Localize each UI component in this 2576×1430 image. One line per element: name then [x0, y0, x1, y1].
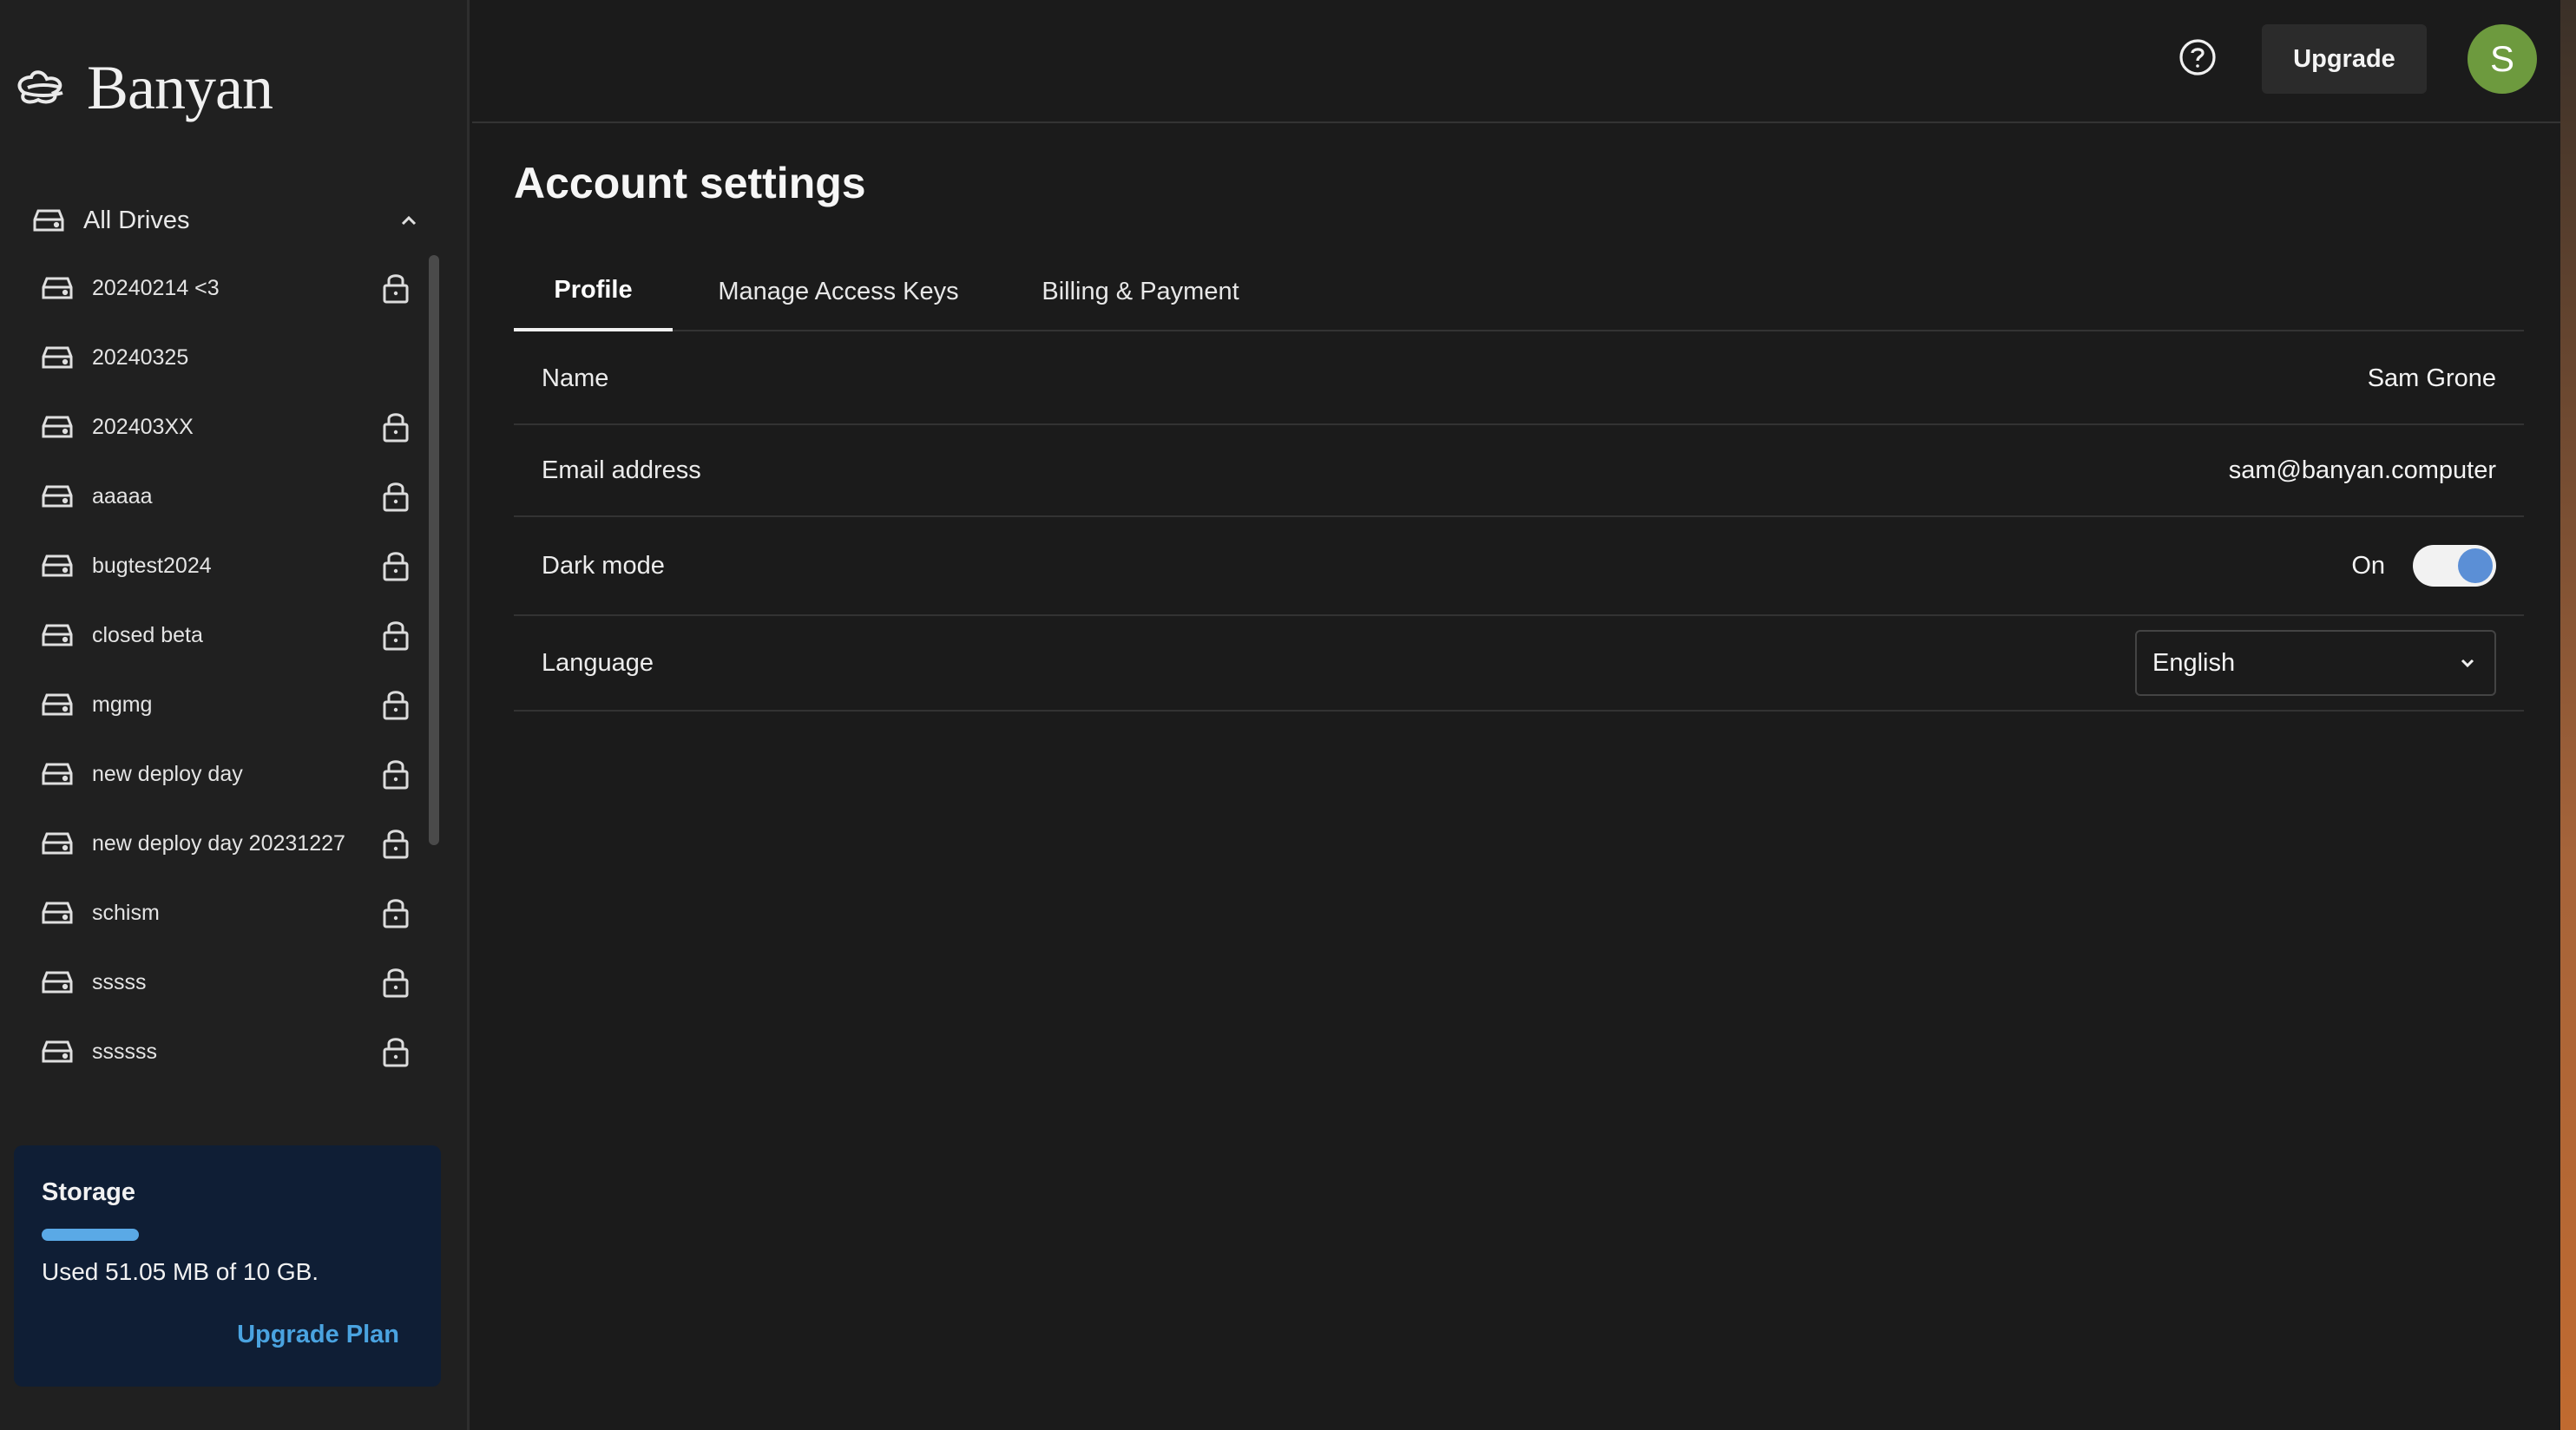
lock-icon: [383, 1038, 409, 1067]
drive-icon: [42, 485, 73, 508]
dark-mode-control: On: [2351, 545, 2496, 587]
banyan-logo-icon: [17, 70, 63, 104]
drive-icon: [42, 693, 73, 716]
drive-name: schism: [92, 900, 160, 925]
help-icon: [2179, 39, 2216, 75]
email-row: Email address sam@banyan.computer: [514, 425, 2524, 517]
drive-item[interactable]: 202403XX: [0, 392, 434, 462]
toggle-knob: [2458, 548, 2493, 583]
drive-item[interactable]: closed beta: [0, 600, 434, 670]
drive-icon: [42, 971, 73, 994]
top-bar: [472, 0, 2560, 123]
drive-item[interactable]: schism: [0, 878, 434, 948]
drive-item[interactable]: ssssss: [0, 1017, 434, 1069]
lock-icon: [383, 621, 409, 651]
drive-item[interactable]: new deploy day 20231227: [0, 809, 434, 878]
storage-progress-fill: [42, 1229, 139, 1241]
drive-item[interactable]: sssss: [0, 948, 434, 1017]
lock-icon: [383, 968, 409, 998]
language-row: Language English: [514, 616, 2524, 712]
storage-used-text: Used 51.05 MB of 10 GB.: [42, 1258, 319, 1285]
lock-icon: [383, 552, 409, 581]
avatar[interactable]: S: [2468, 24, 2537, 94]
drive-icon: [42, 554, 73, 577]
drive-name: sssss: [92, 969, 147, 994]
language-selected-value: English: [2152, 648, 2236, 677]
storage-card: Storage Used 51.05 MB of 10 GB. Upgrade …: [14, 1145, 441, 1387]
drive-name: aaaaa: [92, 483, 153, 508]
help-button[interactable]: [2178, 38, 2217, 76]
storage-progress-track: [42, 1229, 415, 1241]
drive-item[interactable]: mgmg: [0, 670, 434, 739]
drive-item[interactable]: aaaaa: [0, 462, 434, 531]
drive-name: mgmg: [92, 692, 153, 717]
drive-item[interactable]: 20240325: [0, 323, 434, 392]
drive-name: new deploy day 20231227: [92, 830, 345, 856]
page-title: Account settings: [514, 159, 866, 207]
email-value: sam@banyan.computer: [2228, 456, 2496, 484]
lock-icon: [383, 899, 409, 928]
language-select[interactable]: English: [2135, 630, 2496, 696]
drive-name: 20240214 <3: [92, 275, 220, 300]
language-label: Language: [542, 648, 654, 677]
dark-mode-row: Dark mode On: [514, 517, 2524, 616]
drive-icon: [33, 209, 64, 232]
lock-icon: [383, 482, 409, 512]
drive-icon: [42, 416, 73, 438]
all-drives-toggle[interactable]: All Drives: [33, 198, 422, 243]
drive-name: 20240325: [92, 344, 189, 370]
drive-icon: [42, 1040, 73, 1063]
dark-mode-toggle[interactable]: [2413, 545, 2496, 587]
drive-icon: [42, 346, 73, 369]
sidebar-scrollbar[interactable]: [429, 255, 439, 845]
drive-item[interactable]: bugtest2024: [0, 531, 434, 600]
drive-name: new deploy day: [92, 761, 243, 786]
drive-name: bugtest2024: [92, 553, 212, 578]
chevron-up-icon: [401, 215, 417, 226]
drive-name: ssssss: [92, 1039, 157, 1064]
lock-icon: [383, 691, 409, 720]
drive-name: 202403XX: [92, 414, 194, 439]
lock-icon: [383, 413, 409, 443]
tab-billing-payment[interactable]: Billing & Payment: [1019, 252, 1262, 331]
lock-icon: [383, 274, 409, 304]
dark-mode-state: On: [2351, 551, 2385, 580]
all-drives-label: All Drives: [83, 206, 190, 234]
chevron-down-icon: [2461, 659, 2474, 668]
storage-title: Storage: [42, 1178, 135, 1206]
upgrade-plan-link[interactable]: Upgrade Plan: [237, 1321, 399, 1349]
email-label: Email address: [542, 456, 701, 484]
drive-icon: [42, 624, 73, 646]
settings-tabs: Profile Manage Access Keys Billing & Pay…: [514, 252, 2524, 331]
upgrade-button[interactable]: Upgrade: [2262, 24, 2427, 94]
drive-icon: [42, 832, 73, 855]
tab-manage-access-keys[interactable]: Manage Access Keys: [708, 252, 969, 331]
drive-name: closed beta: [92, 622, 203, 647]
name-row: Name Sam Grone: [514, 333, 2524, 425]
drive-icon: [42, 277, 73, 299]
dark-mode-label: Dark mode: [542, 551, 665, 580]
drive-item[interactable]: new deploy day: [0, 739, 434, 809]
tab-profile[interactable]: Profile: [514, 252, 673, 331]
brand-name: Banyan: [87, 52, 273, 122]
window-edge-decoration: [2560, 0, 2576, 1430]
drive-item[interactable]: 20240214 <3: [0, 253, 434, 323]
lock-icon: [383, 760, 409, 790]
lock-icon: [383, 830, 409, 859]
name-label: Name: [542, 364, 609, 392]
drive-icon: [42, 763, 73, 785]
app: Banyan All Drives 20240214 <3 20240325 202…: [0, 0, 2576, 1430]
brand-logo[interactable]: Banyan: [12, 49, 273, 127]
drive-list: 20240214 <3 20240325 202403XX aaaaa bugtest2…: [0, 253, 434, 1069]
drive-icon: [42, 902, 73, 924]
name-value: Sam Grone: [2367, 364, 2496, 392]
sidebar: Banyan All Drives 20240214 <3 20240325 202…: [0, 0, 470, 1430]
